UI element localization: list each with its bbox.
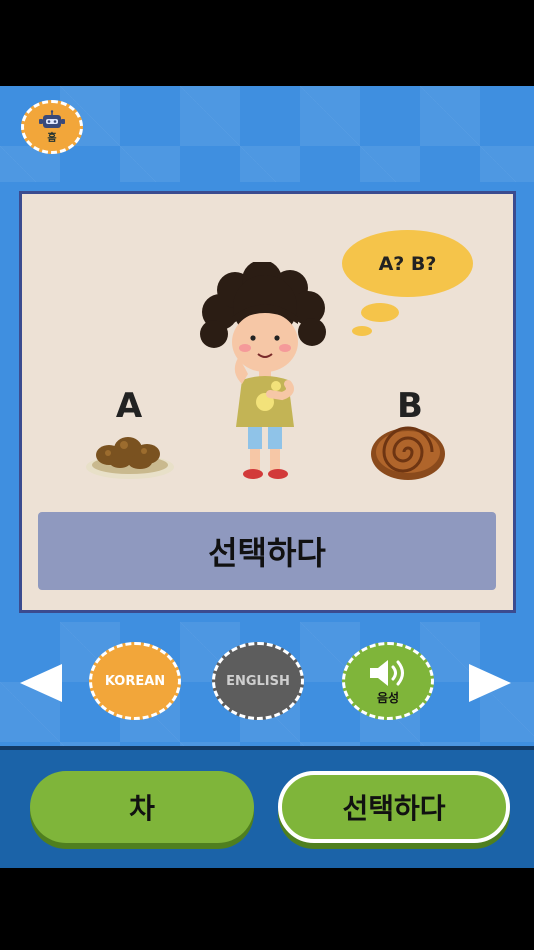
home-button[interactable]: 홈 <box>21 100 83 154</box>
thought-bubble-dot <box>361 303 399 322</box>
word-display: 선택하다 <box>38 512 496 590</box>
answer-button-2[interactable]: 선택하다 <box>278 771 510 843</box>
status-bar-area <box>0 0 534 86</box>
korean-button[interactable]: KOREAN <box>89 642 181 720</box>
thought-bubble-dot-small <box>352 326 372 336</box>
arrow-left-icon[interactable] <box>16 662 64 704</box>
english-button[interactable]: ENGLISH <box>212 642 304 720</box>
speaker-icon <box>370 659 404 686</box>
voice-label: 음성 <box>376 690 400 705</box>
home-label: 홈 <box>47 133 57 144</box>
girl-illustration <box>200 262 326 479</box>
option-a-label: A <box>115 386 143 426</box>
answer-button-1[interactable]: 차 <box>30 771 254 843</box>
nav-bar-area <box>0 868 534 950</box>
option-b-label: B <box>397 386 423 426</box>
robot-icon <box>39 110 65 128</box>
thought-bubble: A? B? <box>342 230 473 297</box>
voice-button[interactable]: 음성 <box>342 642 434 720</box>
fried-chicken-image <box>86 437 174 479</box>
arrow-right-icon[interactable] <box>467 662 515 704</box>
pastry-image <box>371 426 445 480</box>
